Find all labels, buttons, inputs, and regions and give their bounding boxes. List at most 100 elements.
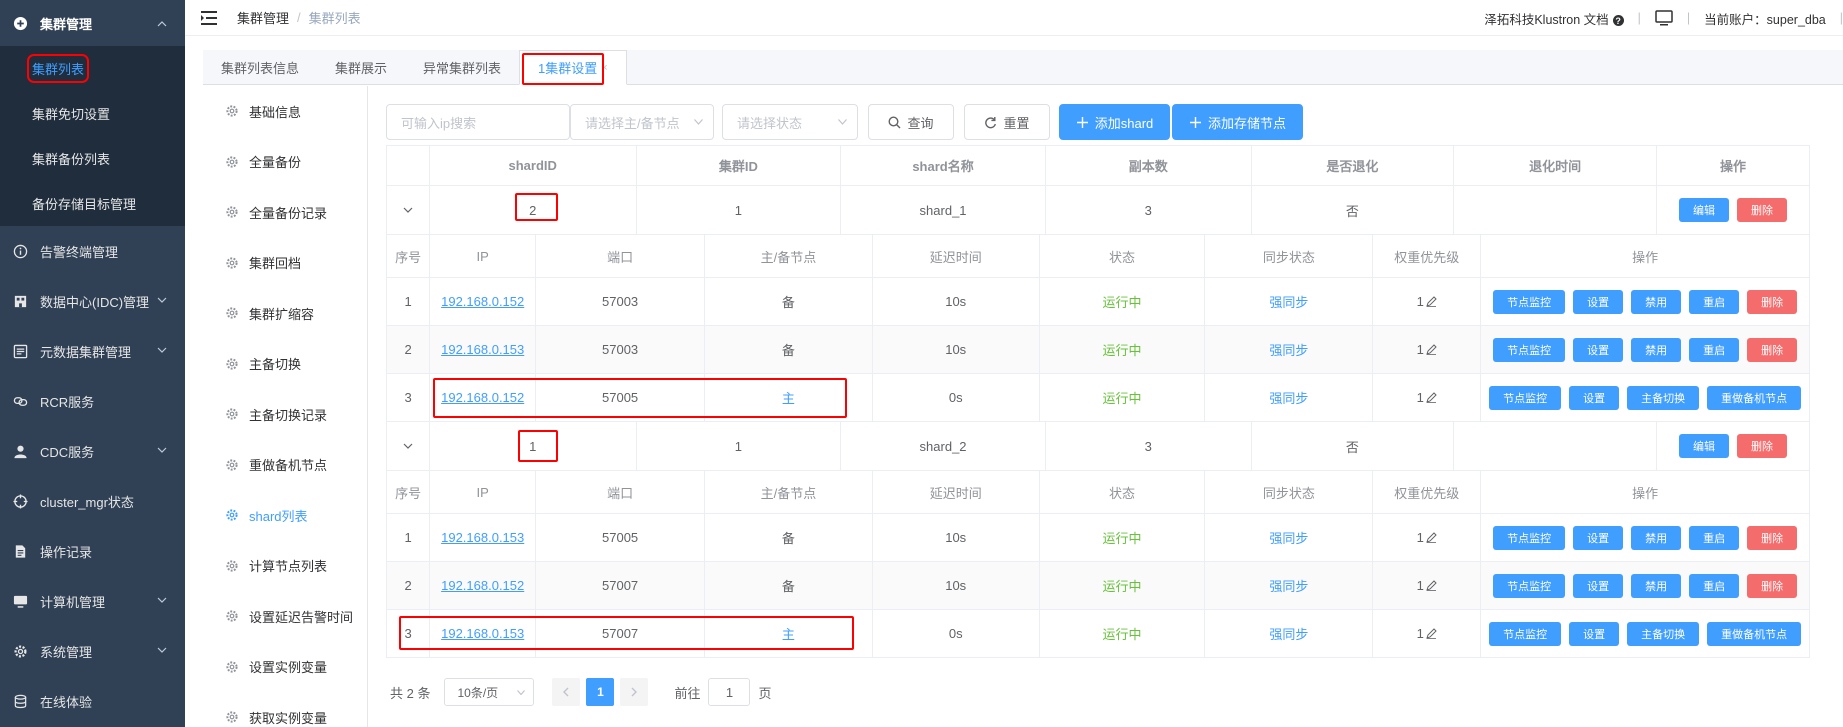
hamburger-icon[interactable] xyxy=(201,10,217,25)
settings-menu-item-10[interactable]: 设置延迟告警时间 xyxy=(203,591,367,642)
status-select[interactable]: 请选择状态 xyxy=(722,104,858,140)
sidebar-item-4[interactable]: RCR服务 xyxy=(0,376,185,426)
node-monitor-button[interactable]: 节点监控 xyxy=(1493,337,1566,362)
sidebar-subitem-1[interactable]: 集群免切设置 xyxy=(0,91,185,136)
node-ip-link[interactable]: 192.168.0.152 xyxy=(441,390,524,405)
settings-menu-item-12[interactable]: 获取实例变量 xyxy=(203,692,367,727)
settings-menu-item-5[interactable]: 主备切换 xyxy=(203,339,367,390)
node-disable-button[interactable]: 禁用 xyxy=(1631,573,1682,598)
edit-pen-icon[interactable] xyxy=(1426,392,1437,403)
node-restart-button[interactable]: 重启 xyxy=(1689,289,1740,314)
node-row[interactable]: 1 192.168.0.152 57003 备 10s 运行中 强同步 1 节点… xyxy=(387,278,1809,326)
node-row[interactable]: 2 192.168.0.152 57007 备 10s 运行中 强同步 1 节点… xyxy=(387,562,1809,610)
edit-pen-icon[interactable] xyxy=(1426,344,1437,355)
sidebar-item-1[interactable]: 告警终端管理 xyxy=(0,226,185,276)
rebuild-replica-button[interactable]: 重做备机节点 xyxy=(1707,621,1802,646)
tab-0[interactable]: 集群列表信息 xyxy=(203,50,317,84)
sidebar-item-3[interactable]: 元数据集群管理 xyxy=(0,326,185,376)
close-icon[interactable]: × xyxy=(601,62,607,74)
node-disable-button[interactable]: 禁用 xyxy=(1631,337,1682,362)
query-button[interactable]: 查询 xyxy=(868,104,954,140)
settings-menu-item-0[interactable]: 基础信息 xyxy=(203,86,367,137)
expand-toggle[interactable] xyxy=(387,422,430,470)
node-monitor-button[interactable]: 节点监控 xyxy=(1493,573,1566,598)
tab-3[interactable]: 1集群设置 × xyxy=(519,50,627,85)
settings-menu-item-7[interactable]: 重做备机节点 xyxy=(203,440,367,491)
node-ip-link[interactable]: 192.168.0.152 xyxy=(441,294,524,309)
delete-button[interactable]: 删除 xyxy=(1736,198,1787,222)
breadcrumb-item-cluster-mgmt[interactable]: 集群管理 xyxy=(237,8,289,27)
add-storage-node-button[interactable]: 添加存储节点 xyxy=(1172,104,1303,140)
shard-row[interactable]: 1 1 shard_2 3 否 编辑 删除 xyxy=(387,422,1809,471)
node-settings-button[interactable]: 设置 xyxy=(1573,337,1624,362)
tab-2[interactable]: 异常集群列表 xyxy=(405,50,519,84)
edit-button[interactable]: 编辑 xyxy=(1678,198,1729,222)
next-page-button[interactable] xyxy=(620,678,649,706)
current-account[interactable]: 当前账户：super_dba xyxy=(1704,9,1826,28)
node-settings-button[interactable]: 设置 xyxy=(1573,525,1624,550)
node-settings-button[interactable]: 设置 xyxy=(1569,385,1620,410)
add-shard-button[interactable]: 添加shard xyxy=(1059,104,1170,140)
page-size-select[interactable]: 10条/页 xyxy=(444,678,535,706)
sidebar-item-0[interactable]: 集群管理 xyxy=(0,0,185,46)
node-restart-button[interactable]: 重启 xyxy=(1689,573,1740,598)
edit-pen-icon[interactable] xyxy=(1426,580,1437,591)
node-disable-button[interactable]: 禁用 xyxy=(1631,525,1682,550)
goto-page-input[interactable]: 1 xyxy=(708,678,751,706)
switchover-button[interactable]: 主备切换 xyxy=(1627,621,1700,646)
ip-search-input[interactable]: 可输入ip搜索 xyxy=(386,104,570,140)
prev-page-button[interactable] xyxy=(552,678,581,706)
node-delete-button[interactable]: 删除 xyxy=(1747,289,1798,314)
shard-row[interactable]: 2 1 shard_1 3 否 编辑 删除 xyxy=(387,186,1809,235)
sidebar-item-10[interactable]: 在线体验 xyxy=(0,676,185,726)
sidebar-item-2[interactable]: 数据中心(IDC)管理 xyxy=(0,276,185,326)
node-ip-link[interactable]: 192.168.0.153 xyxy=(441,342,524,357)
node-ip-link[interactable]: 192.168.0.153 xyxy=(441,626,524,641)
sidebar-subitem-3[interactable]: 备份存储目标管理 xyxy=(0,181,185,226)
node-ip-link[interactable]: 192.168.0.152 xyxy=(441,578,524,593)
edit-pen-icon[interactable] xyxy=(1426,296,1437,307)
node-restart-button[interactable]: 重启 xyxy=(1689,525,1740,550)
node-row[interactable]: 1 192.168.0.153 57005 备 10s 运行中 强同步 1 节点… xyxy=(387,514,1809,562)
expand-toggle[interactable] xyxy=(387,186,430,234)
sidebar-item-9[interactable]: 系统管理 xyxy=(0,626,185,676)
node-settings-button[interactable]: 设置 xyxy=(1573,573,1624,598)
settings-menu-item-11[interactable]: 设置实例变量 xyxy=(203,642,367,693)
node-restart-button[interactable]: 重启 xyxy=(1689,337,1740,362)
settings-menu-item-4[interactable]: 集群扩缩容 xyxy=(203,288,367,339)
node-monitor-button[interactable]: 节点监控 xyxy=(1493,525,1566,550)
sidebar-item-5[interactable]: CDC服务 xyxy=(0,426,185,476)
tab-1[interactable]: 集群展示 xyxy=(317,50,405,84)
node-row[interactable]: 2 192.168.0.153 57003 备 10s 运行中 强同步 1 节点… xyxy=(387,326,1809,374)
node-disable-button[interactable]: 禁用 xyxy=(1631,289,1682,314)
node-row[interactable]: 3 192.168.0.153 57007 主 0s 运行中 强同步 1 节点监… xyxy=(387,610,1809,658)
node-monitor-button[interactable]: 节点监控 xyxy=(1489,385,1562,410)
settings-menu-item-2[interactable]: 全量备份记录 xyxy=(203,187,367,238)
node-row[interactable]: 3 192.168.0.152 57005 主 0s 运行中 强同步 1 节点监… xyxy=(387,374,1809,422)
role-select[interactable]: 请选择主/备节点 xyxy=(570,104,714,140)
edit-pen-icon[interactable] xyxy=(1426,532,1437,543)
node-delete-button[interactable]: 删除 xyxy=(1747,525,1798,550)
page-number-current[interactable]: 1 xyxy=(586,678,615,706)
node-monitor-button[interactable]: 节点监控 xyxy=(1489,621,1562,646)
sidebar-subitem-2[interactable]: 集群备份列表 xyxy=(0,136,185,181)
settings-menu-item-8[interactable]: shard列表 xyxy=(203,490,367,541)
node-delete-button[interactable]: 删除 xyxy=(1747,573,1798,598)
settings-menu-item-1[interactable]: 全量备份 xyxy=(203,137,367,188)
settings-menu-item-9[interactable]: 计算节点列表 xyxy=(203,541,367,592)
sidebar-item-8[interactable]: 计算机管理 xyxy=(0,576,185,626)
delete-button[interactable]: 删除 xyxy=(1736,434,1787,458)
node-settings-button[interactable]: 设置 xyxy=(1569,621,1620,646)
monitor-icon[interactable] xyxy=(1655,10,1673,26)
node-monitor-button[interactable]: 节点监控 xyxy=(1493,289,1566,314)
sidebar-item-7[interactable]: 操作记录 xyxy=(0,526,185,576)
reset-button[interactable]: 重置 xyxy=(964,104,1050,140)
node-delete-button[interactable]: 删除 xyxy=(1747,337,1798,362)
settings-menu-item-3[interactable]: 集群回档 xyxy=(203,238,367,289)
settings-menu-item-6[interactable]: 主备切换记录 xyxy=(203,389,367,440)
node-ip-link[interactable]: 192.168.0.153 xyxy=(441,530,524,545)
sidebar-subitem-0[interactable]: 集群列表 xyxy=(0,46,185,91)
docs-link[interactable]: 泽拓科技Klustron 文档? xyxy=(1484,9,1624,28)
edit-pen-icon[interactable] xyxy=(1426,628,1437,639)
edit-button[interactable]: 编辑 xyxy=(1678,434,1729,458)
